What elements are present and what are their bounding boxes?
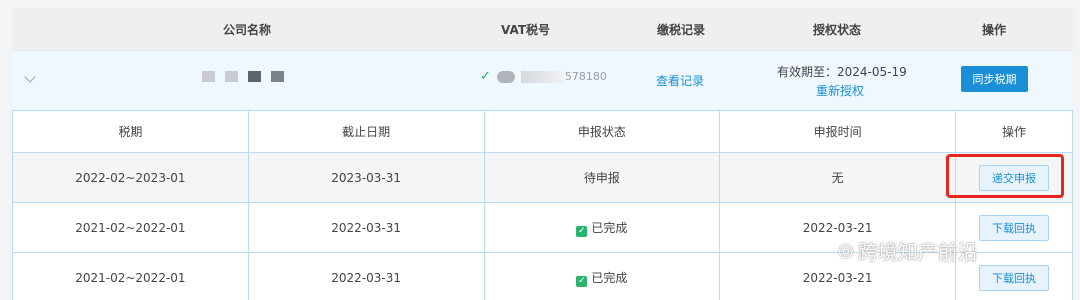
cell-period: 2022-02~2023-01 xyxy=(12,152,249,203)
status-text: 已完成 xyxy=(591,220,628,235)
download-receipt-button[interactable]: 下载回执 xyxy=(979,214,1049,241)
download-receipt-button[interactable]: 下载回执 xyxy=(979,264,1049,291)
wechat-icon: ◎ xyxy=(838,240,854,261)
cell-filed-at: 无 xyxy=(719,152,957,203)
header-auth-status: 授权状态 xyxy=(813,23,862,37)
watermark-text: 跨境知产前沿 xyxy=(857,240,978,264)
header-vat-number: VAT税号 xyxy=(501,23,551,37)
col-header-actions: 操作 xyxy=(955,110,1073,153)
table-header-row: 税期 截止日期 申报状态 申报时间 操作 xyxy=(12,110,1073,153)
watermark: ◎ 跨境知产前沿 xyxy=(838,236,978,265)
check-icon: ✓ xyxy=(480,69,491,84)
cell-deadline: 2022-03-31 xyxy=(247,202,485,253)
vat-number: ✓ 578180 xyxy=(480,69,607,84)
company-row: ✓ 578180 查看记录 有效期至：2024-05-19 重新授权 同步税期 xyxy=(12,50,1073,110)
redacted-block xyxy=(271,71,284,82)
header-actions: 操作 xyxy=(982,23,1007,37)
cell-status: ✓ 已完成 xyxy=(483,252,721,300)
chevron-down-icon[interactable] xyxy=(24,71,36,83)
company-name-redacted xyxy=(202,71,284,82)
col-header-status: 申报状态 xyxy=(483,110,721,153)
header-company-name: 公司名称 xyxy=(223,23,272,37)
cell-period: 2021-02~2022-01 xyxy=(12,202,249,253)
sync-tax-periods-button[interactable]: 同步税期 xyxy=(961,66,1028,92)
status-text: 已完成 xyxy=(591,270,628,285)
table-header: 公司名称 VAT税号 缴税记录 授权状态 操作 xyxy=(12,8,1073,50)
vat-redacted xyxy=(520,70,563,83)
col-header-period: 税期 xyxy=(12,110,249,153)
cell-deadline: 2023-03-31 xyxy=(247,152,485,203)
check-square-icon: ✓ xyxy=(576,225,588,237)
cell-status: ✓ 已完成 xyxy=(483,202,721,253)
table-row: 2022-02~2023-01 2023-03-31 待申报 无 递交申报 xyxy=(12,152,1073,203)
valid-until-text: 有效期至：2024-05-19 xyxy=(777,65,907,79)
redacted-block xyxy=(225,71,238,82)
cell-deadline: 2022-03-31 xyxy=(247,252,485,300)
header-tax-records: 缴税记录 xyxy=(657,23,706,37)
redacted-block xyxy=(202,71,215,82)
vat-redacted xyxy=(496,70,515,83)
col-header-deadline: 截止日期 xyxy=(247,110,485,153)
submit-filing-button[interactable]: 递交申报 xyxy=(979,164,1049,191)
tax-periods-table: 税期 截止日期 申报状态 申报时间 操作 2022-02~2023-01 202… xyxy=(12,110,1073,300)
view-records-link[interactable]: 查看记录 xyxy=(656,72,704,89)
check-square-icon: ✓ xyxy=(576,275,588,287)
cell-action: 递交申报 xyxy=(955,152,1073,203)
reauthorize-link[interactable]: 重新授权 xyxy=(816,82,864,99)
col-header-filed-at: 申报时间 xyxy=(719,110,957,153)
cell-period: 2021-02~2022-01 xyxy=(12,252,249,300)
vat-number-visible: 578180 xyxy=(564,70,607,83)
cell-status: 待申报 xyxy=(483,152,721,203)
redacted-block xyxy=(248,71,261,82)
